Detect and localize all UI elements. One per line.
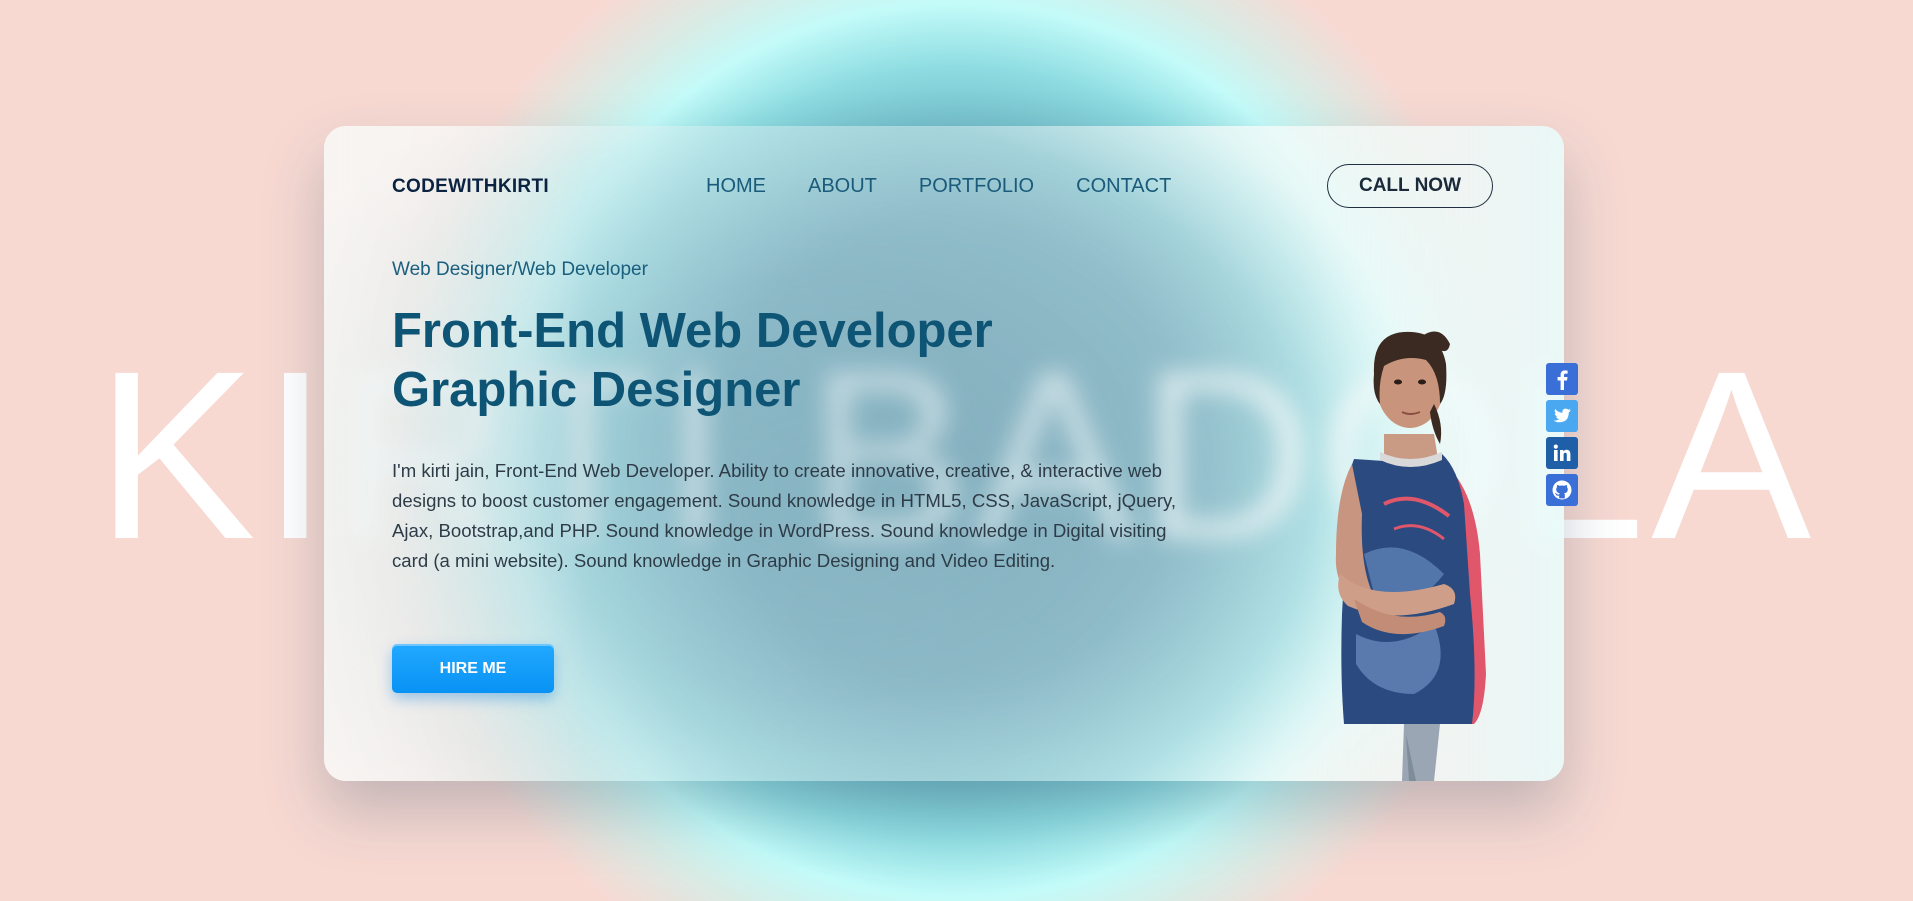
- profile-photo: [1335, 331, 1486, 781]
- nav-portfolio[interactable]: PORTFOLIO: [919, 175, 1034, 198]
- hero-card: CODEWITHKIRTI HOME ABOUT PORTFOLIO CONTA…: [324, 126, 1564, 781]
- facebook-link[interactable]: [1546, 363, 1578, 395]
- linkedin-icon: [1553, 444, 1571, 461]
- hire-me-button[interactable]: HIRE ME: [392, 644, 554, 693]
- site-logo[interactable]: CODEWITHKIRTI: [392, 176, 549, 198]
- hero-description: I'm kirti jain, Front-End Web Developer.…: [392, 460, 1177, 571]
- main-nav: HOME ABOUT PORTFOLIO CONTACT: [706, 175, 1213, 198]
- nav-contact[interactable]: CONTACT: [1076, 175, 1171, 198]
- hero-headline: Front-End Web Developer Graphic Designer: [392, 302, 993, 420]
- hero-subtitle: Web Designer/Web Developer: [392, 259, 648, 280]
- linkedin-link[interactable]: [1546, 437, 1578, 469]
- headline-line-1: Front-End Web Developer: [392, 304, 993, 358]
- github-icon: [1552, 480, 1572, 500]
- headline-line-2: Graphic Designer: [392, 363, 801, 417]
- twitter-icon: [1553, 408, 1571, 423]
- nav-home[interactable]: HOME: [706, 175, 766, 198]
- social-links: [1546, 363, 1578, 506]
- twitter-link[interactable]: [1546, 400, 1578, 432]
- github-link[interactable]: [1546, 474, 1578, 506]
- nav-about[interactable]: ABOUT: [808, 175, 877, 198]
- call-now-button[interactable]: CALL NOW: [1327, 164, 1493, 208]
- facebook-icon: [1557, 370, 1568, 390]
